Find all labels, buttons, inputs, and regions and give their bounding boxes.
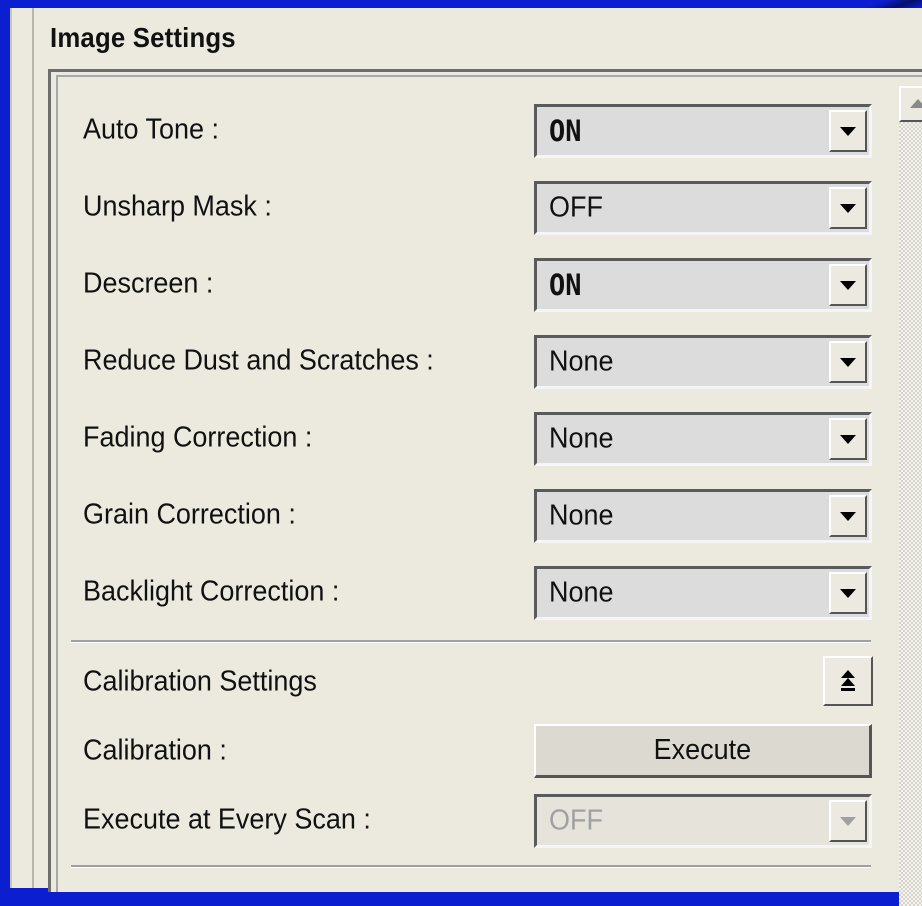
- unsharp-mask-value: OFF: [549, 191, 603, 224]
- backlight-correction-value: None: [549, 576, 614, 609]
- auto-tone-label: Auto Tone :: [83, 113, 219, 146]
- backlight-correction-select[interactable]: None: [534, 566, 872, 620]
- setting-row-fading-correction: Fading Correction : None: [51, 408, 911, 468]
- setting-row-descreen: Descreen : ON: [51, 254, 911, 314]
- setting-row-reduce-dust: Reduce Dust and Scratches : None: [51, 331, 911, 391]
- grain-correction-select[interactable]: None: [534, 489, 872, 543]
- calibration-section-title: Calibration Settings: [83, 665, 317, 698]
- section-divider: [71, 640, 871, 643]
- descreen-label: Descreen :: [83, 267, 214, 300]
- section-divider-bottom: [71, 865, 871, 868]
- execute-every-scan-value: OFF: [549, 804, 603, 837]
- collapse-bar-icon: [841, 688, 855, 691]
- chevron-down-icon[interactable]: [829, 495, 867, 537]
- panel-title: Image Settings: [50, 22, 236, 53]
- setting-row-unsharp-mask: Unsharp Mask : OFF: [51, 177, 911, 237]
- auto-tone-select[interactable]: ON: [534, 104, 872, 158]
- scroll-up-arrow-icon[interactable]: [899, 86, 922, 122]
- chevron-down-icon[interactable]: [829, 341, 867, 383]
- unsharp-mask-select[interactable]: OFF: [534, 181, 872, 235]
- setting-row-execute-every-scan: Execute at Every Scan : OFF: [51, 790, 911, 850]
- descreen-select[interactable]: ON: [534, 258, 872, 312]
- grain-correction-value: None: [549, 499, 614, 532]
- fading-correction-label: Fading Correction :: [83, 421, 313, 454]
- settings-window: Image Settings Auto Tone : ON Unsharp Ma…: [10, 8, 922, 906]
- fading-correction-value: None: [549, 422, 614, 455]
- execute-every-scan-label: Execute at Every Scan :: [83, 803, 371, 836]
- execute-button-label: Execute: [653, 734, 752, 766]
- setting-row-auto-tone: Auto Tone : ON: [51, 100, 911, 160]
- reduce-dust-label: Reduce Dust and Scratches :: [83, 344, 434, 377]
- chevron-down-icon[interactable]: [829, 264, 867, 306]
- collapse-up-icon-second: [841, 678, 855, 686]
- calibration-section-header: Calibration Settings: [51, 652, 911, 712]
- backlight-correction-label: Backlight Correction :: [83, 575, 340, 608]
- collapse-up-icon: [841, 670, 855, 678]
- setting-row-grain-correction: Grain Correction : None: [51, 485, 911, 545]
- image-settings-panel: Auto Tone : ON Unsharp Mask : OFF Descre…: [48, 69, 922, 906]
- collapse-section-button[interactable]: [823, 656, 873, 706]
- grain-correction-label: Grain Correction :: [83, 498, 296, 531]
- execute-every-scan-select: OFF: [534, 794, 872, 848]
- chevron-down-icon[interactable]: [829, 418, 867, 460]
- chevron-down-icon[interactable]: [829, 110, 867, 152]
- chevron-down-icon[interactable]: [829, 572, 867, 614]
- calibration-label: Calibration :: [83, 734, 227, 767]
- reduce-dust-select[interactable]: None: [534, 335, 872, 389]
- chevron-down-icon[interactable]: [829, 187, 867, 229]
- vertical-scrollbar[interactable]: [899, 86, 922, 906]
- descreen-value: ON: [549, 268, 582, 302]
- fading-correction-select[interactable]: None: [534, 412, 872, 466]
- auto-tone-value: ON: [549, 114, 582, 148]
- setting-row-backlight-correction: Backlight Correction : None: [51, 562, 911, 622]
- chevron-down-icon: [829, 800, 867, 842]
- reduce-dust-value: None: [549, 345, 614, 378]
- execute-button[interactable]: Execute: [534, 724, 872, 778]
- unsharp-mask-label: Unsharp Mask :: [83, 190, 272, 223]
